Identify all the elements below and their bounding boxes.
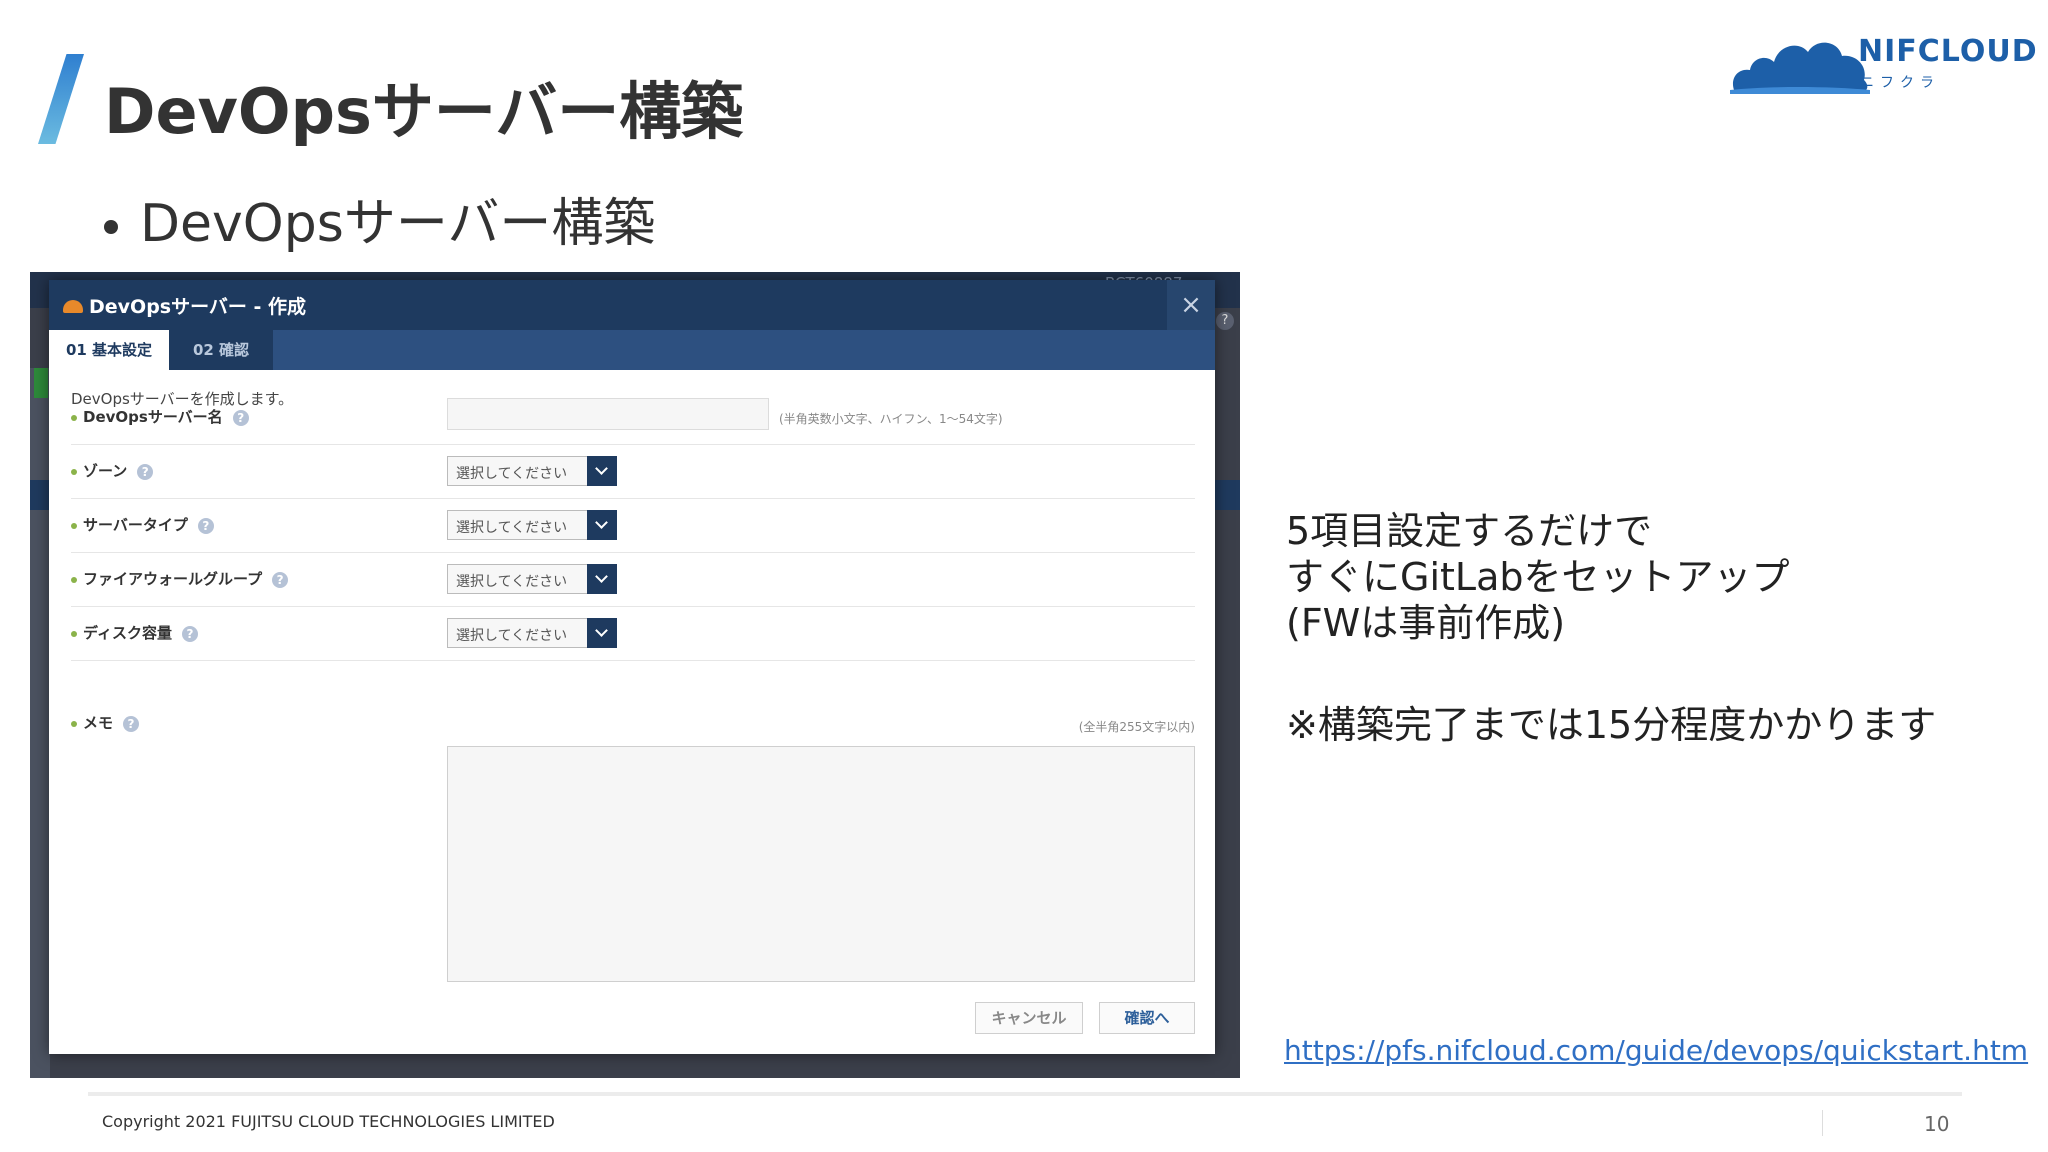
create-devops-server-modal: DevOpsサーバー - 作成 × 01 基本設定 02 確認 DevOpsサー…	[49, 280, 1215, 1054]
footer-divider	[88, 1092, 1962, 1096]
page-number: 10	[1924, 1112, 1950, 1136]
bullet-item: DevOpsサーバー構築	[100, 192, 655, 256]
tab-basic-settings[interactable]: 01 基本設定	[49, 330, 169, 370]
copyright-text: Copyright 2021 FUJITSU CLOUD TECHNOLOGIE…	[102, 1112, 555, 1131]
help-icon[interactable]: ?	[181, 625, 198, 642]
firewall-group-select[interactable]: 選択してください	[447, 564, 617, 594]
form-row-server-type: サーバータイプ? 選択してください	[71, 498, 1195, 553]
required-dot-icon	[71, 468, 77, 475]
help-icon[interactable]: ?	[197, 517, 214, 534]
form-row-disk-size: ディスク容量? 選択してください	[71, 606, 1195, 661]
field-label: DevOpsサーバー名?	[71, 406, 249, 427]
field-label: サーバータイプ?	[71, 514, 214, 535]
form-row-zone: ゾーン? 選択してください	[71, 444, 1195, 499]
server-icon	[63, 300, 83, 313]
server-type-select[interactable]: 選択してください	[447, 510, 617, 540]
form-row-memo: メモ? (全半角255文字以内)	[71, 710, 1195, 740]
chevron-down-icon[interactable]	[587, 510, 617, 540]
note-line: (FWは事前作成)	[1286, 601, 1566, 645]
close-icon[interactable]: ×	[1167, 280, 1215, 330]
modal-title: DevOpsサーバー - 作成	[89, 296, 307, 318]
logo-wordmark: NIFCLOUD	[1858, 34, 2038, 69]
console-screenshot: BCT60887 ? DevOpsサーバー - 作成 × 01 基本設定 02 …	[30, 272, 1240, 1078]
memo-textarea[interactable]	[447, 746, 1195, 982]
chevron-down-icon[interactable]	[587, 456, 617, 486]
field-label: メモ?	[71, 712, 140, 733]
zone-select[interactable]: 選択してください	[447, 456, 617, 486]
slide-title: DevOpsサーバー構築	[104, 75, 744, 148]
required-dot-icon	[71, 522, 77, 529]
build-time-note: ※構築完了までは15分程度かかります	[1286, 703, 1937, 747]
help-icon[interactable]: ?	[232, 409, 249, 426]
note-line: 5項目設定するだけで	[1286, 509, 1653, 553]
modal-header: DevOpsサーバー - 作成 ×	[49, 280, 1215, 330]
help-icon[interactable]: ?	[137, 463, 154, 480]
quickstart-link[interactable]: https://pfs.nifcloud.com/guide/devops/qu…	[1284, 1034, 2028, 1067]
required-dot-icon	[71, 414, 77, 421]
help-icon[interactable]: ?	[123, 715, 140, 732]
form-row-firewall-group: ファイアウォールグループ? 選択してください	[71, 552, 1195, 607]
feature-note: 5項目設定するだけで すぐにGitLabをセットアップ (FWは事前作成)	[1286, 508, 1789, 646]
note-line: すぐにGitLabをセットアップ	[1286, 555, 1790, 599]
bullet-dot	[104, 220, 118, 234]
server-name-hint: (半角英数小文字、ハイフン、1〜54文字)	[779, 412, 1003, 426]
logo-subtext: ニフクラ	[1860, 75, 1940, 91]
field-label: ディスク容量?	[71, 622, 198, 643]
footer-separator	[1822, 1110, 1823, 1136]
field-label: ゾーン?	[71, 460, 154, 481]
wizard-tabs: 01 基本設定 02 確認	[49, 330, 1215, 370]
required-dot-icon	[71, 630, 77, 637]
server-name-input[interactable]	[447, 398, 769, 430]
background-status-indicator	[34, 368, 48, 398]
bullet-text: DevOpsサーバー構築	[140, 194, 656, 254]
memo-hint: (全半角255文字以内)	[1078, 720, 1195, 734]
cancel-button[interactable]: キャンセル	[975, 1002, 1083, 1034]
cloud-logo-icon	[1730, 42, 1870, 94]
tab-confirm[interactable]: 02 確認	[169, 330, 273, 370]
required-dot-icon	[71, 576, 77, 583]
chevron-down-icon[interactable]	[587, 564, 617, 594]
title-accent-slash	[38, 54, 84, 144]
confirm-button[interactable]: 確認へ	[1099, 1002, 1195, 1034]
required-dot-icon	[71, 720, 77, 727]
background-help-icon: ?	[1216, 312, 1234, 330]
help-icon[interactable]: ?	[272, 571, 289, 588]
chevron-down-icon[interactable]	[587, 618, 617, 648]
disk-size-select[interactable]: 選択してください	[447, 618, 617, 648]
field-label: ファイアウォールグループ?	[71, 568, 289, 589]
background-sidebar	[30, 368, 50, 1078]
form-row-server-name: DevOpsサーバー名? (半角英数小文字、ハイフン、1〜54文字)	[71, 390, 1195, 445]
nifcloud-logo: NIFCLOUD ニフクラ	[1728, 26, 2037, 96]
